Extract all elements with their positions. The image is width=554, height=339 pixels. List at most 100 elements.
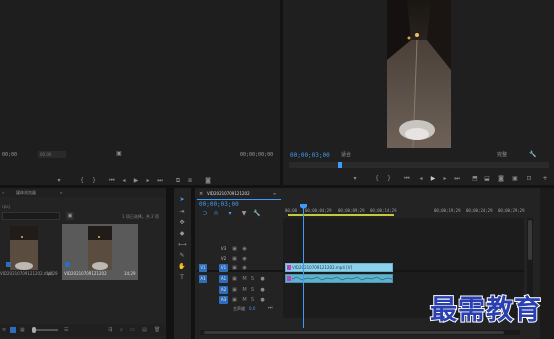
track-a2-label[interactable]: A2 (219, 286, 228, 294)
track-v1-label[interactable]: V1 (219, 264, 228, 272)
timeline-close-icon[interactable]: × (199, 191, 203, 197)
sort-icon[interactable]: ☰ (64, 327, 70, 333)
audio-clip[interactable] (285, 274, 393, 283)
automate-icon[interactable]: ⇶ (108, 327, 114, 333)
delete-icon[interactable]: 🗑 (154, 327, 160, 333)
timeline-settings-icon[interactable]: 🔧 (253, 210, 261, 218)
track-a1-source-patch[interactable]: A1 (199, 275, 207, 283)
track-v1-eye-icon[interactable]: ◉ (241, 264, 248, 272)
program-lift-icon[interactable]: ⬒ (471, 175, 479, 183)
project-item-thumb-2[interactable] (88, 226, 112, 270)
source-export-frame-icon[interactable]: ◙ (204, 177, 212, 185)
tab-more[interactable]: » (60, 190, 62, 195)
track-a2-mute-icon[interactable]: M (241, 286, 248, 294)
program-frame-back-icon[interactable]: ◂ (417, 175, 425, 183)
source-play-icon[interactable]: ▶ (132, 177, 140, 185)
timeline-menu-icon[interactable]: ≡ (273, 191, 276, 196)
track-select-tool-icon[interactable]: ⇥ (178, 208, 186, 216)
marker-icon[interactable]: ▼ (240, 210, 248, 218)
source-step-back-icon[interactable]: ⏮ (108, 177, 116, 185)
program-marker-icon[interactable]: ▾ (351, 175, 359, 183)
find-icon[interactable]: ⌕ (120, 327, 126, 333)
program-settings-icon[interactable]: 🔧 (529, 151, 537, 159)
track-a1-mic-icon[interactable]: ● (259, 275, 266, 283)
program-frame-fwd-icon[interactable]: ▸ (441, 175, 449, 183)
source-settings-icon[interactable]: ▣ (115, 150, 123, 158)
track-a3-mic-icon[interactable]: ● (259, 296, 266, 304)
snap-icon[interactable]: ⊃ (201, 210, 209, 218)
linked-selection-icon[interactable]: ∩ (212, 210, 220, 218)
new-bin-icon[interactable]: ▣ (66, 212, 74, 220)
master-skip-icon[interactable]: ⏭ (268, 305, 273, 311)
track-v3-eye-icon[interactable]: ◉ (241, 245, 248, 253)
timeline-playhead[interactable] (303, 204, 304, 328)
program-compare-icon[interactable]: ▣ (511, 175, 519, 183)
zoom-slider[interactable] (32, 327, 58, 333)
source-step-fwd-icon[interactable]: ⏭ (156, 177, 164, 185)
new-item-icon[interactable]: ▤ (142, 327, 148, 333)
program-scrub-bar[interactable] (289, 162, 549, 168)
razor-tool-icon[interactable]: ◆ (178, 230, 186, 238)
track-v3-sync-lock-icon[interactable]: ▣ (231, 245, 238, 253)
track-v2-label[interactable]: V2 (219, 255, 228, 263)
timeline-timecode[interactable]: 00;00;03;00 (199, 201, 239, 208)
program-safe-margin-icon[interactable]: ⊡ (525, 175, 533, 183)
tab-project-collapsed[interactable]: » (2, 190, 8, 196)
pen-tool-icon[interactable]: ✎ (178, 252, 186, 260)
source-fit-dropdown[interactable]: 00.00 (38, 151, 66, 158)
track-v3-label[interactable]: V3 (219, 245, 228, 253)
master-track-value[interactable]: 0.0 (249, 306, 255, 311)
source-frame-back-icon[interactable]: ◂ (120, 177, 128, 185)
program-playhead[interactable] (338, 162, 342, 168)
source-mark-out-icon[interactable]: } (90, 177, 98, 185)
source-mark-in-icon[interactable]: { (78, 177, 86, 185)
program-play-icon[interactable]: ▶ (429, 175, 437, 183)
program-mark-in-icon[interactable]: { (373, 175, 381, 183)
track-a3-label[interactable]: A3 (219, 296, 228, 304)
program-mark-out-icon[interactable]: } (385, 175, 393, 183)
track-a2-mic-icon[interactable]: ● (259, 286, 266, 294)
new-bin-bottom-icon[interactable]: ▭ (130, 327, 136, 333)
ripple-edit-tool-icon[interactable]: ✥ (178, 219, 186, 227)
program-timecode-current[interactable]: 00;00;03;00 (290, 152, 330, 159)
add-marker-icon[interactable]: ▾ (226, 210, 234, 218)
program-quality-dropdown[interactable]: 完整 (497, 151, 517, 159)
slip-tool-icon[interactable]: ⟷ (178, 241, 187, 249)
track-a3-sync-lock-icon[interactable]: ▣ (231, 296, 238, 304)
track-a2-solo-icon[interactable]: S (249, 286, 256, 294)
type-tool-icon[interactable]: T (178, 274, 186, 282)
program-add-button-icon[interactable]: + (541, 175, 549, 183)
source-marker-icon[interactable]: ▾ (55, 177, 63, 185)
track-a2-sync-lock-icon[interactable]: ▣ (231, 286, 238, 294)
list-view-icon[interactable]: ≡ (2, 327, 8, 333)
freeform-view-icon[interactable]: ▦ (20, 327, 26, 333)
tab-media-browser[interactable]: 媒体浏览器 (16, 190, 36, 196)
source-overwrite-icon[interactable]: ⧈ (186, 177, 194, 185)
program-goto-out-icon[interactable]: ⏭ (453, 175, 461, 183)
track-v1-sync-lock-icon[interactable]: ▣ (231, 264, 238, 272)
source-insert-icon[interactable]: ⧉ (174, 177, 182, 185)
track-v2-eye-icon[interactable]: ◉ (241, 255, 248, 263)
track-v1-source-patch[interactable]: V1 (199, 264, 207, 272)
track-a3-mute-icon[interactable]: M (241, 296, 248, 304)
project-item-thumb-1[interactable] (10, 226, 38, 270)
track-a3-solo-icon[interactable]: S (249, 296, 256, 304)
program-goto-in-icon[interactable]: ⏮ (403, 175, 411, 183)
source-frame-fwd-icon[interactable]: ▸ (144, 177, 152, 185)
hand-tool-icon[interactable]: ✋ (178, 263, 186, 271)
selection-tool-icon[interactable]: ➤ (178, 196, 186, 204)
track-a1-mute-icon[interactable]: M (241, 275, 248, 283)
track-a1-solo-icon[interactable]: S (249, 275, 256, 283)
video-clip[interactable]: VID20210709121202.mp4 [V] (285, 263, 393, 272)
program-export-frame-icon[interactable]: ◙ (497, 175, 505, 183)
track-a1-label[interactable]: A1 (219, 275, 228, 283)
program-extract-icon[interactable]: ⬓ (483, 175, 491, 183)
icon-view-icon[interactable] (10, 327, 16, 333)
program-fit-dropdown[interactable]: 适合 (341, 151, 367, 159)
timeline-sequence-name[interactable]: VID20210709121202 (207, 191, 250, 196)
timeline-horizontal-scrollbar[interactable] (200, 330, 520, 335)
track-v2-sync-lock-icon[interactable]: ▣ (231, 255, 238, 263)
project-search-input[interactable] (2, 212, 60, 220)
track-a1-sync-lock-icon[interactable]: ▣ (231, 275, 238, 283)
panel-divider-project[interactable] (166, 188, 174, 339)
